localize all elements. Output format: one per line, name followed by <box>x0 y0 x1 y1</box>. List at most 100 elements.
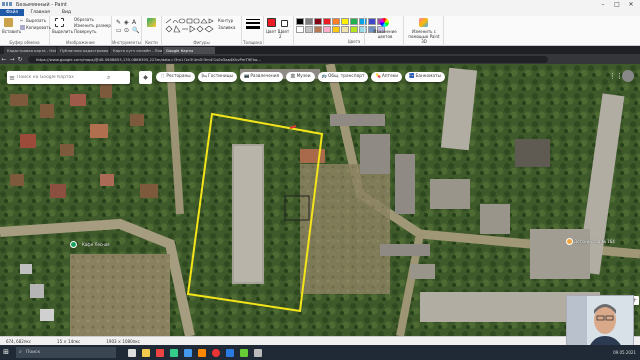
app-icon[interactable] <box>156 348 164 357</box>
chip-hotels[interactable]: 🛏Гостиницы <box>197 72 237 82</box>
tab-view[interactable]: Вид <box>56 9 77 16</box>
select-icon[interactable] <box>55 18 64 27</box>
cafe-pin-icon[interactable] <box>70 241 77 248</box>
rotate-button[interactable]: Повернуть <box>74 29 96 34</box>
palette-swatch[interactable] <box>323 18 331 25</box>
palette-swatch[interactable] <box>332 26 340 33</box>
picker-icon[interactable]: ⊙ <box>124 27 129 34</box>
fill-icon[interactable]: ◈ <box>124 19 129 26</box>
browser-icon[interactable] <box>212 348 220 357</box>
paint3d-icon[interactable] <box>419 18 428 27</box>
resize-button[interactable]: Изменить размер <box>74 23 111 28</box>
window-title: Безымянный - Paint <box>16 1 67 8</box>
hotel-icon: 🛏 <box>201 74 208 79</box>
select-button[interactable]: Выделить <box>52 29 73 34</box>
app-icon[interactable] <box>198 348 206 357</box>
back-icon[interactable]: ← <box>0 56 8 63</box>
palette-swatch[interactable] <box>314 26 322 33</box>
close-button[interactable]: ✕ <box>624 0 638 9</box>
palette-swatch[interactable] <box>296 26 304 33</box>
chip-entertainment[interactable]: 📷Развлечения <box>239 72 284 82</box>
menu-icon[interactable]: ≡ <box>7 74 17 82</box>
brush-icon[interactable] <box>147 18 156 27</box>
browser-tab-active[interactable]: Google Карты <box>163 46 215 54</box>
group-label-tools: Инструменты <box>112 40 141 45</box>
browser-tab[interactable]: Карта кутч онлайн - Поиск <box>110 46 162 54</box>
search-icon: ⌕ <box>19 349 22 355</box>
forward-icon[interactable]: → <box>8 56 16 63</box>
taskbar: ⊞ ⌕ Поиск 09.05.2021 <box>0 345 640 360</box>
size-line-3 <box>246 26 260 29</box>
tab-file[interactable]: Файл <box>0 9 25 16</box>
apps-grid-icon[interactable]: ⋮⋮ <box>609 71 623 81</box>
app-icon[interactable] <box>184 348 192 357</box>
url-field[interactable]: https://www.google.com/maps/@48.5608653,… <box>28 55 548 63</box>
minimize-button[interactable]: – <box>596 0 610 9</box>
map-place-left[interactable]: Кафе Лесная <box>82 242 110 247</box>
atm-icon: 🏧 <box>409 74 415 79</box>
chip-atms[interactable]: 🏧Банкоматы <box>405 72 445 82</box>
app-icon[interactable] <box>240 348 248 357</box>
chip-restaurants[interactable]: 🍴Рестораны <box>156 72 195 82</box>
shapes-gallery[interactable] <box>165 18 217 36</box>
palette-swatch[interactable] <box>323 26 331 33</box>
task-view-icon[interactable] <box>128 348 136 357</box>
taskbar-search[interactable]: ⌕ Поиск <box>16 347 116 358</box>
browser-tab-strip: Кадастровая карта - Найти Публичная када… <box>0 46 640 54</box>
fill-dropdown[interactable]: Заливка <box>218 25 235 30</box>
palette-swatch[interactable] <box>305 26 313 33</box>
taskbar-clock[interactable]: 09.05.2021 <box>613 345 636 360</box>
palette-swatch[interactable] <box>332 18 340 25</box>
chip-pharmacies[interactable]: 💊Аптеки <box>371 72 403 82</box>
windows-start-icon[interactable]: ⊞ <box>0 345 12 360</box>
chip-transit[interactable]: 🚌Общ. транспорт <box>317 72 369 82</box>
paint-icon[interactable] <box>226 348 234 357</box>
crop-button[interactable]: Обрезать <box>74 17 94 22</box>
map-search-input[interactable] <box>17 75 107 80</box>
search-icon[interactable]: ⌕ <box>107 74 110 82</box>
map-place-right[interactable]: Детский сад № 164 <box>574 239 615 244</box>
app-icon[interactable] <box>170 348 178 357</box>
app-icon[interactable] <box>254 348 262 357</box>
magnifier-icon[interactable]: 🔍 <box>132 27 139 34</box>
color2-swatch[interactable] <box>281 20 288 27</box>
outline-dropdown[interactable]: Контур <box>218 18 233 23</box>
browser-tab[interactable]: Кадастровая карта - Найти <box>4 46 56 54</box>
kindergarten-pin-icon[interactable] <box>566 238 573 245</box>
pencil-icon[interactable]: ✎ <box>116 19 121 26</box>
ribbon: Вставить ✂ Вырезать Копировать Буфер обме… <box>0 16 640 46</box>
paste-icon[interactable] <box>4 18 13 27</box>
browser-tab[interactable]: Публичная кадастровая карта <box>57 46 109 54</box>
quick-access-toolbar[interactable] <box>2 2 13 7</box>
image-size: 1903 × 1080пкс <box>106 338 140 344</box>
explorer-icon[interactable] <box>142 348 150 357</box>
chip-museums[interactable]: 🏛Музеи <box>286 72 315 82</box>
group-label-brushes: Кисти <box>145 40 158 45</box>
camera-icon: 📷 <box>243 74 250 79</box>
palette-swatch[interactable] <box>341 26 349 33</box>
group-label-image: Изображение <box>66 40 95 45</box>
palette-swatch[interactable] <box>296 18 304 25</box>
cut-button[interactable]: ✂ Вырезать <box>20 18 46 23</box>
maximize-button[interactable]: □ <box>610 0 624 9</box>
eraser-icon[interactable]: ▭ <box>116 27 122 34</box>
text-icon[interactable]: A <box>132 19 136 26</box>
satellite-map[interactable]: Кафе Лесная Детский сад № 164 + <box>0 64 640 336</box>
tab-home[interactable]: Главная <box>24 9 55 16</box>
taskbar-apps <box>128 348 262 357</box>
category-chips: 🍴Рестораны 🛏Гостиницы 📷Развлечения 🏛Музе… <box>156 72 445 82</box>
palette-swatch[interactable] <box>350 26 358 33</box>
paste-button[interactable]: Вставить <box>2 29 21 34</box>
reload-icon[interactable]: ↻ <box>16 56 24 63</box>
palette-swatch[interactable] <box>350 18 358 25</box>
color1-swatch[interactable] <box>267 18 276 27</box>
palette-swatch[interactable] <box>305 18 313 25</box>
edit-colors-button[interactable]: Изменение цветов <box>367 29 403 39</box>
palette-swatch[interactable] <box>341 18 349 25</box>
copy-button[interactable]: Копировать <box>20 25 51 30</box>
edit-colors-icon[interactable] <box>380 18 389 27</box>
directions-icon[interactable]: ◆ <box>139 71 152 84</box>
avatar[interactable] <box>622 70 634 82</box>
satellite-imagery <box>0 64 640 336</box>
palette-swatch[interactable] <box>314 18 322 25</box>
